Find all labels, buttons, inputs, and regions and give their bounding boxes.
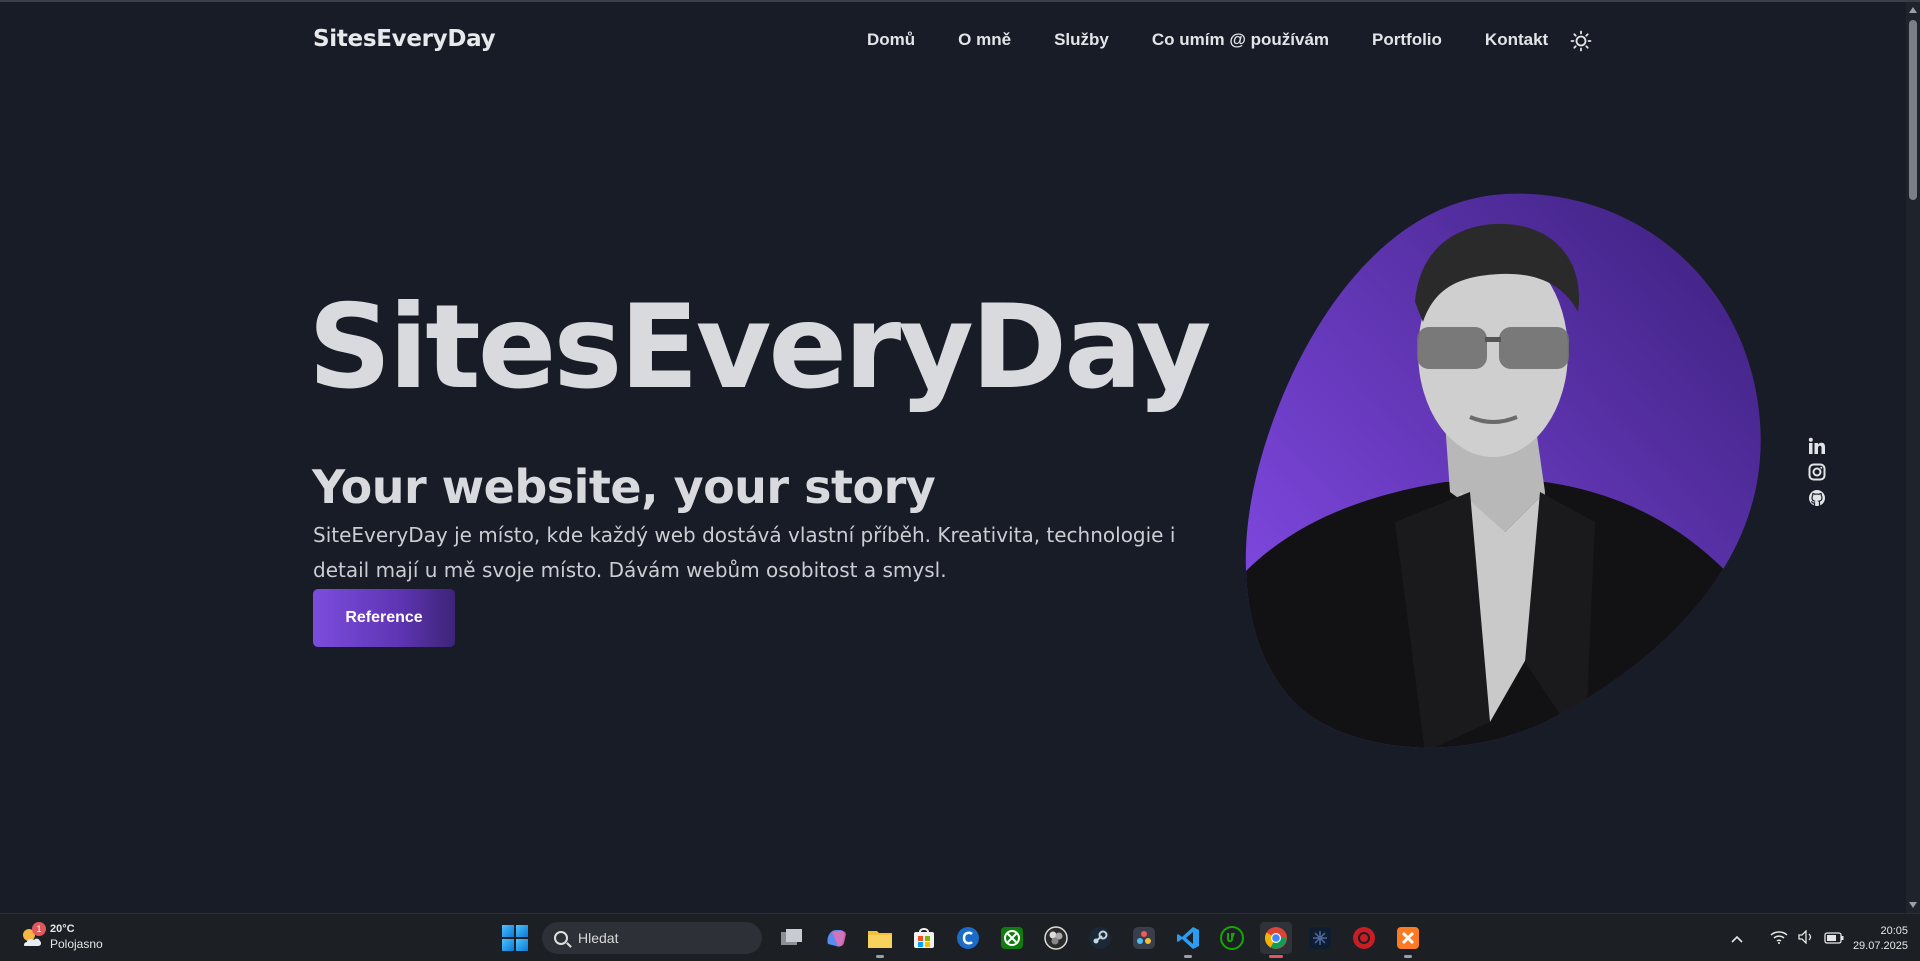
github-icon[interactable] [1808, 489, 1826, 507]
nav-item-o-mne[interactable]: O mně [958, 30, 1011, 50]
page-scrollbar[interactable] [1906, 2, 1920, 913]
social-links [1808, 437, 1826, 507]
hero-title: SitesEveryDay [308, 280, 1211, 415]
chrome-icon[interactable] [1260, 922, 1292, 958]
search-icon [554, 931, 568, 945]
main-nav: Domů O mně Služby Co umím @ používám Por… [867, 30, 1548, 50]
reference-button[interactable]: Reference [313, 589, 455, 647]
upwork-icon[interactable] [1216, 922, 1248, 954]
volume-icon[interactable] [1798, 928, 1814, 948]
windows-taskbar: 1 20°C Polojasno Hledat 20:05 29.07.2025 [0, 913, 1920, 961]
search-placeholder: Hledat [578, 930, 619, 946]
scroll-down-icon[interactable] [1909, 902, 1917, 908]
xbox-icon[interactable] [996, 922, 1028, 954]
red-app-icon[interactable] [1348, 922, 1380, 954]
weather-badge: 1 [32, 922, 46, 936]
scroll-up-icon[interactable] [1909, 7, 1917, 13]
nav-item-kontakt[interactable]: Kontakt [1485, 30, 1548, 50]
start-button-icon[interactable] [502, 925, 528, 951]
steam-icon[interactable] [1084, 922, 1116, 954]
file-explorer-icon[interactable] [864, 922, 896, 958]
sun-icon[interactable] [1570, 30, 1592, 52]
hero-description: SiteEveryDay je místo, kde každý web dos… [313, 523, 1176, 582]
weather-temperature: 20°C [50, 923, 75, 935]
portrait-image [1245, 192, 1765, 752]
task-view-icon[interactable] [776, 922, 808, 954]
taskbar-apps: Hledat [502, 922, 1430, 958]
vscode-icon[interactable] [1172, 922, 1204, 958]
nav-item-sluzby[interactable]: Služby [1054, 30, 1109, 50]
obs-icon[interactable] [1040, 922, 1072, 954]
weather-condition: Polojasno [50, 937, 103, 951]
hero-subtitle: Your website, your story [312, 460, 936, 514]
scroll-thumb[interactable] [1909, 20, 1917, 200]
dark-app-icon[interactable] [1304, 922, 1336, 954]
chevron-up-icon[interactable] [1730, 929, 1744, 948]
copilot-icon[interactable] [820, 922, 852, 954]
battery-icon[interactable] [1824, 929, 1844, 948]
instagram-icon[interactable] [1808, 463, 1826, 481]
linkedin-icon[interactable] [1808, 437, 1826, 455]
nav-item-domu[interactable]: Domů [867, 30, 915, 50]
nav-item-portfolio[interactable]: Portfolio [1372, 30, 1442, 50]
xampp-icon[interactable] [1392, 922, 1424, 958]
taskbar-search[interactable]: Hledat [542, 922, 762, 954]
clock-time: 20:05 [1880, 925, 1908, 937]
web-page: SitesEveryDay Domů O mně Služby Co umím … [0, 2, 1906, 913]
clock-date: 29.07.2025 [1852, 940, 1908, 952]
taskbar-clock[interactable]: 20:05 29.07.2025 [1853, 924, 1908, 954]
microsoft-store-icon[interactable] [908, 922, 940, 954]
site-logo[interactable]: SitesEveryDay [313, 26, 496, 52]
partly-cloudy-icon: 1 [18, 922, 46, 950]
nav-item-co-umim[interactable]: Co umím @ používám [1152, 30, 1329, 50]
wifi-icon[interactable] [1770, 929, 1788, 948]
davinci-resolve-icon[interactable] [1128, 922, 1160, 954]
system-tray [1730, 922, 1844, 954]
weather-widget[interactable]: 1 20°C Polojasno [18, 922, 103, 952]
ccleaner-icon[interactable] [952, 922, 984, 954]
